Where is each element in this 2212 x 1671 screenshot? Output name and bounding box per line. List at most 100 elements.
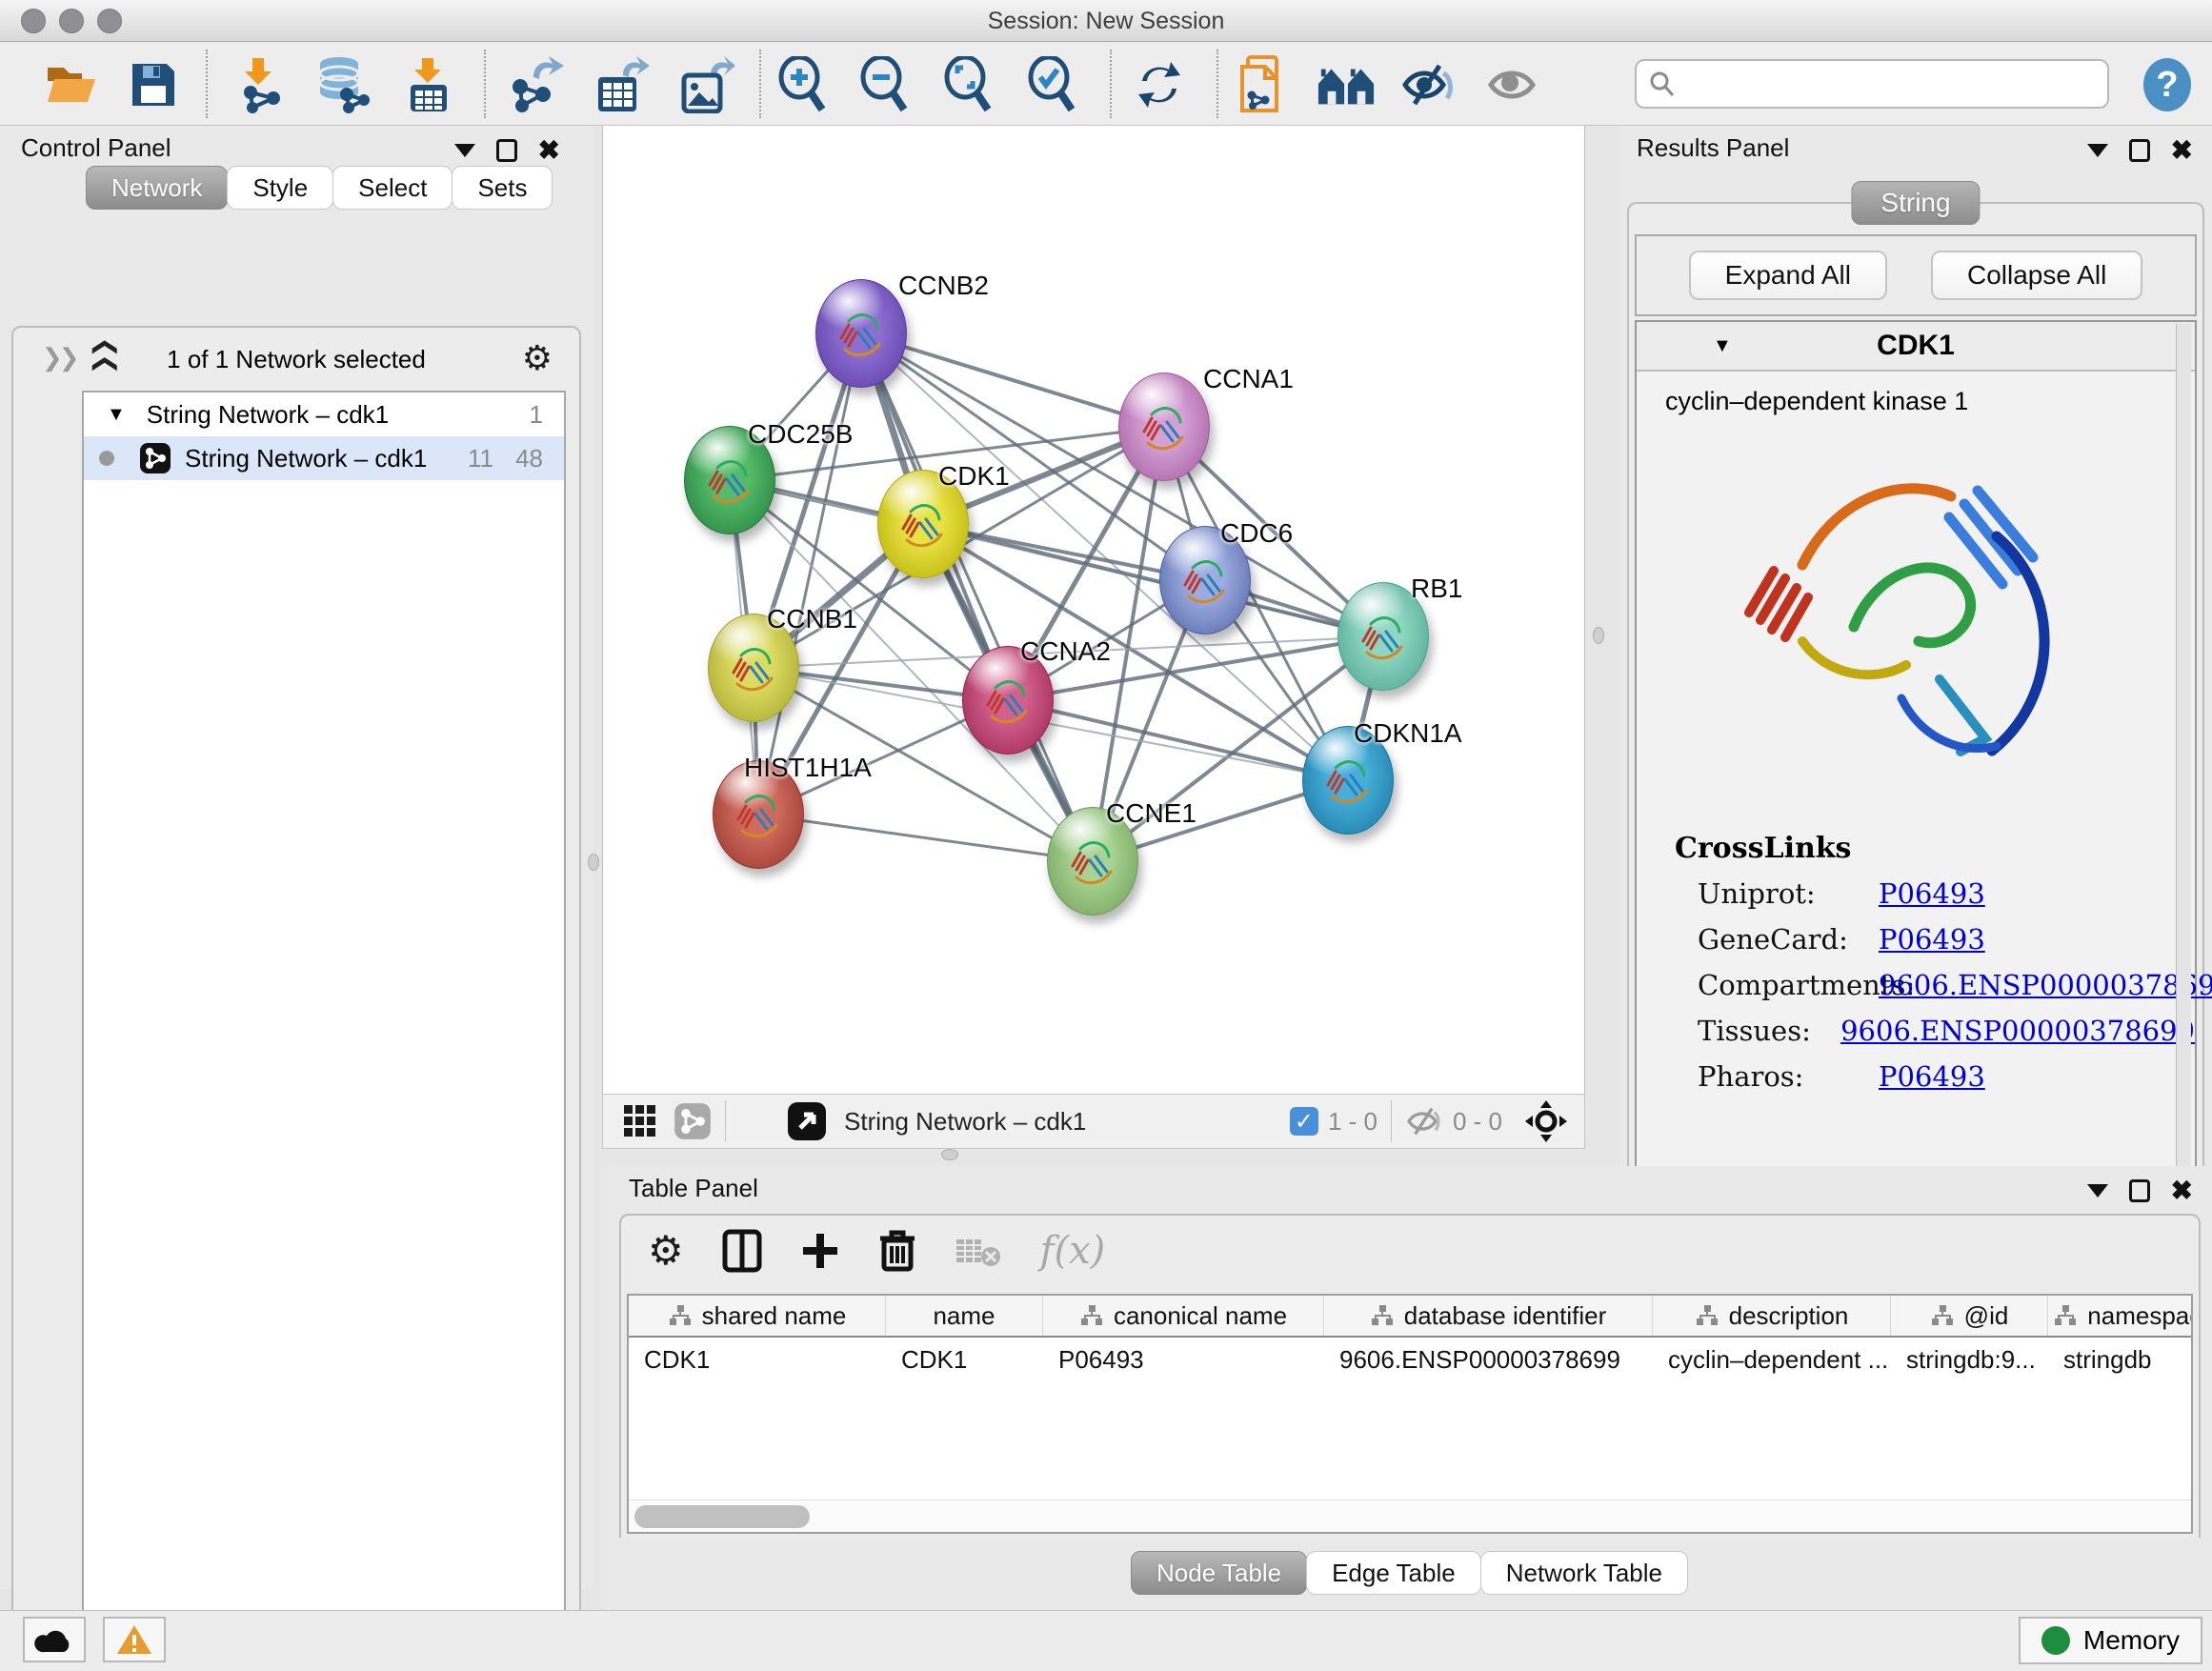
node-label-CCNA2: CCNA2 bbox=[1020, 636, 1111, 667]
panel-close-icon[interactable]: ✖ bbox=[2171, 139, 2193, 162]
results-panel-title: Results Panel bbox=[1637, 133, 1789, 163]
tab-style[interactable]: Style bbox=[227, 166, 333, 210]
results-scrollbar[interactable] bbox=[2176, 324, 2191, 1197]
tab-string[interactable]: String bbox=[1851, 181, 1980, 225]
show-all-eye-icon[interactable] bbox=[1484, 55, 1543, 114]
collection-label: String Network – cdk1 bbox=[147, 400, 389, 430]
network-row[interactable]: String Network – cdk1 11 48 bbox=[84, 436, 564, 480]
crosslink-uniprot-link[interactable]: P06493 bbox=[1879, 877, 1985, 910]
delete-column-icon[interactable] bbox=[878, 1229, 916, 1273]
refresh-view-icon[interactable] bbox=[1130, 55, 1189, 114]
import-table-file-icon[interactable] bbox=[398, 55, 457, 114]
table-row[interactable]: CDK1CDK1P064939606.ENSP00000378699cyclin… bbox=[629, 1338, 2191, 1381]
table-body: CDK1CDK1P064939606.ENSP00000378699cyclin… bbox=[629, 1338, 2191, 1381]
column-header-database-identifier[interactable]: database identifier bbox=[1324, 1296, 1653, 1336]
column-header-canonical-name[interactable]: canonical name bbox=[1043, 1296, 1324, 1336]
crosslink-pharos-link[interactable]: P06493 bbox=[1879, 1060, 1985, 1093]
table-cell: CDK1 bbox=[629, 1338, 886, 1381]
table-options-gear-icon[interactable]: ⚙ bbox=[648, 1234, 684, 1268]
tab-sets[interactable]: Sets bbox=[452, 166, 553, 210]
help-icon[interactable]: ? bbox=[2138, 55, 2197, 114]
gene-card-header[interactable]: ▼ CDK1 bbox=[1637, 322, 2195, 372]
crosslink-tissues-link[interactable]: 9606.ENSP00000378699 bbox=[1840, 1015, 2195, 1047]
fit-selected-crosshair-icon[interactable] bbox=[1523, 1098, 1569, 1144]
toolbar-separator bbox=[759, 50, 761, 118]
tab-network[interactable]: Network bbox=[86, 166, 228, 210]
import-network-file-icon[interactable] bbox=[229, 55, 288, 114]
node-label-CCNE1: CCNE1 bbox=[1106, 798, 1196, 829]
node-label-CDC25B: CDC25B bbox=[748, 419, 853, 450]
function-builder-icon[interactable]: f(x) bbox=[1040, 1229, 1106, 1273]
tab-node-table[interactable]: Node Table bbox=[1131, 1551, 1307, 1595]
collapse-all-button[interactable]: Collapse All bbox=[1931, 251, 2142, 300]
network-selection-status: 1 of 1 Network selected bbox=[13, 345, 579, 374]
zoom-in-icon[interactable] bbox=[774, 55, 833, 114]
network-node-CCNB2[interactable] bbox=[815, 279, 907, 388]
hide-selected-eye-icon[interactable] bbox=[1400, 55, 1459, 114]
node-label-CCNB2: CCNB2 bbox=[898, 271, 989, 301]
warnings-button[interactable] bbox=[103, 1617, 166, 1662]
zoom-out-icon[interactable] bbox=[855, 55, 915, 114]
selected-checkbox-icon[interactable]: ✓ bbox=[1290, 1107, 1318, 1136]
collection-count: 1 bbox=[530, 400, 543, 430]
crosslink-label: Uniprot: bbox=[1698, 877, 1879, 910]
crosslink-genecard-link[interactable]: P06493 bbox=[1879, 923, 1985, 956]
home-layout-icon[interactable] bbox=[1317, 55, 1376, 114]
collection-expand-icon[interactable]: ▼ bbox=[107, 404, 126, 426]
splitter-handle[interactable] bbox=[941, 1149, 958, 1160]
column-header-namespace[interactable]: namespace bbox=[2048, 1296, 2193, 1336]
panel-float-icon[interactable] bbox=[2129, 139, 2150, 162]
column-header-description[interactable]: description bbox=[1653, 1296, 1891, 1336]
save-session-icon[interactable] bbox=[124, 55, 183, 114]
panel-float-icon[interactable] bbox=[2129, 1179, 2150, 1202]
table-horizontal-scrollbar[interactable] bbox=[629, 1500, 2191, 1532]
string-view-icon[interactable] bbox=[674, 1102, 712, 1140]
network-node-CCNA1[interactable] bbox=[1118, 372, 1210, 481]
splitter-handle[interactable] bbox=[588, 854, 599, 871]
toolbar-separator bbox=[1217, 50, 1218, 118]
network-graph: CCNB2CCNA1CDC25BCDK1CDC6RB1CCNB1CCNA2CDK… bbox=[603, 126, 1584, 1094]
panel-menu-icon[interactable] bbox=[2087, 1184, 2108, 1198]
node-label-CCNB1: CCNB1 bbox=[767, 604, 857, 634]
cloud-status-button[interactable] bbox=[23, 1617, 86, 1662]
delete-table-icon[interactable] bbox=[955, 1234, 1002, 1268]
zoom-fit-icon[interactable] bbox=[939, 55, 998, 114]
network-edge-count: 48 bbox=[515, 444, 543, 473]
control-panel-title: Control Panel bbox=[21, 133, 171, 163]
tab-network-table[interactable]: Network Table bbox=[1480, 1551, 1688, 1595]
column-header-shared-name[interactable]: shared name bbox=[629, 1296, 886, 1336]
open-session-icon[interactable] bbox=[42, 55, 101, 114]
scrollbar-thumb[interactable] bbox=[634, 1505, 810, 1528]
tab-select[interactable]: Select bbox=[332, 166, 452, 210]
panel-menu-icon[interactable] bbox=[454, 144, 475, 157]
tab-edge-table[interactable]: Edge Table bbox=[1306, 1551, 1481, 1595]
table-cell: CDK1 bbox=[886, 1338, 1043, 1381]
column-header--id[interactable]: @id bbox=[1891, 1296, 2048, 1336]
birdseye-view-icon[interactable] bbox=[787, 1101, 827, 1141]
memory-button[interactable]: Memory bbox=[2019, 1617, 2202, 1664]
crosslink-compartments-link[interactable]: 9606.ENSP00000378699 bbox=[1879, 969, 2212, 1001]
crosslink-label: GeneCard: bbox=[1698, 923, 1879, 956]
search-box[interactable] bbox=[1635, 59, 2109, 109]
network-canvas[interactable]: CCNB2CCNA1CDC25BCDK1CDC6RB1CCNB1CCNA2CDK… bbox=[602, 126, 1585, 1094]
panel-float-icon[interactable] bbox=[496, 139, 517, 162]
import-network-database-icon[interactable] bbox=[312, 55, 372, 114]
network-options-gear-icon[interactable]: ⚙ bbox=[522, 341, 553, 375]
string-documents-icon[interactable] bbox=[1233, 55, 1292, 114]
export-image-icon[interactable] bbox=[678, 55, 737, 114]
panel-close-icon[interactable]: ✖ bbox=[538, 139, 560, 162]
panel-menu-icon[interactable] bbox=[2087, 144, 2108, 157]
panel-close-icon[interactable]: ✖ bbox=[2171, 1179, 2193, 1202]
network-collection-row[interactable]: ▼ String Network – cdk1 1 bbox=[84, 393, 564, 436]
gene-collapse-icon[interactable]: ▼ bbox=[1713, 335, 1732, 357]
grid-view-icon[interactable] bbox=[622, 1103, 658, 1139]
export-network-icon[interactable] bbox=[507, 55, 566, 114]
expand-all-button[interactable]: Expand All bbox=[1689, 251, 1887, 300]
export-table-icon[interactable] bbox=[593, 55, 652, 114]
add-column-icon[interactable] bbox=[800, 1231, 840, 1271]
show-columns-icon[interactable] bbox=[722, 1229, 762, 1273]
column-header-name[interactable]: name bbox=[886, 1296, 1043, 1336]
search-input[interactable] bbox=[1677, 70, 2086, 99]
zoom-selected-icon[interactable] bbox=[1023, 55, 1082, 114]
splitter-handle[interactable] bbox=[1593, 627, 1604, 644]
